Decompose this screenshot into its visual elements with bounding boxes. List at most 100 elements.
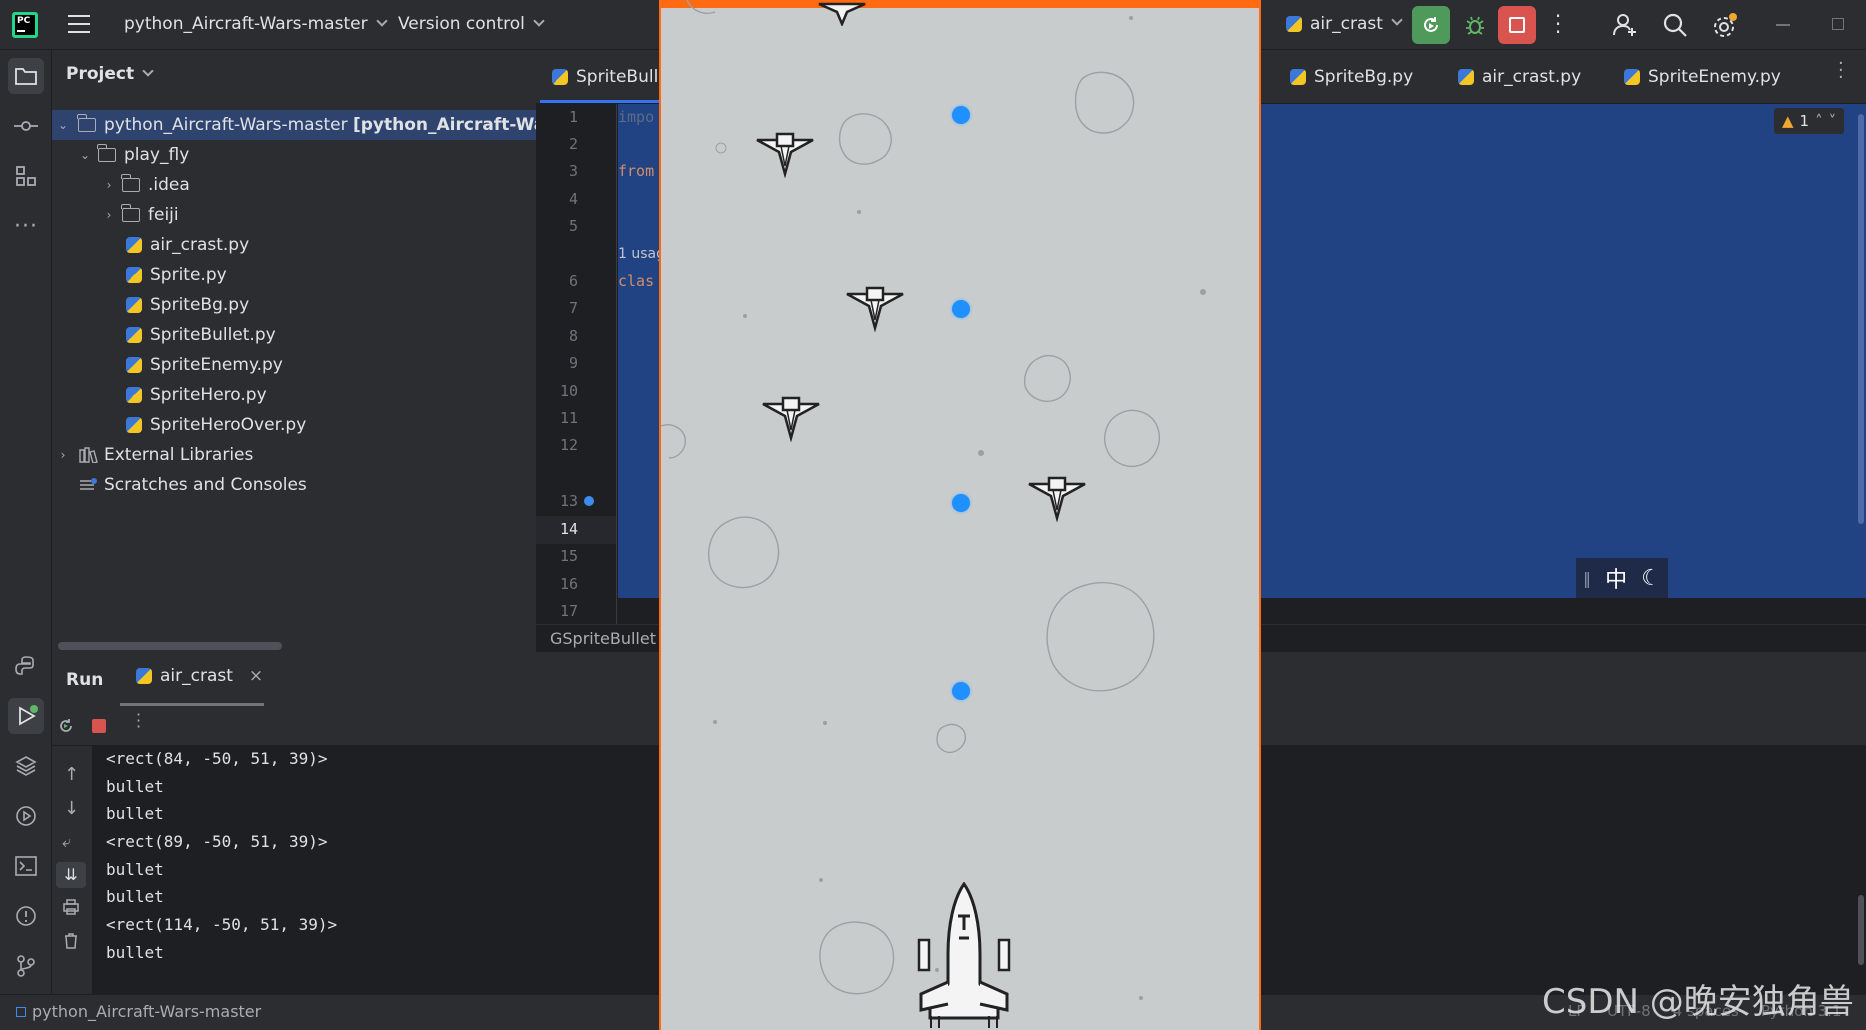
more-actions-icon[interactable]: · · · — [1552, 6, 1564, 42]
project-panel: Project ⌄ python_Aircraft-Wars-master [p… — [52, 50, 572, 652]
vcs-label: Version control — [398, 14, 525, 34]
print-icon[interactable] — [62, 898, 80, 920]
console-line: bullet — [106, 777, 164, 796]
tree-external-libraries[interactable]: › External Libraries — [54, 440, 254, 470]
line-number: 14 — [559, 520, 578, 538]
vcs-widget[interactable]: Version control — [398, 14, 545, 34]
tab-air-crast[interactable]: air_crast.py — [1458, 50, 1581, 104]
tree-folder-idea[interactable]: › .idea — [100, 170, 190, 200]
module-icon — [16, 1006, 26, 1017]
breadcrumb-item[interactable]: GSpriteBullet — [550, 629, 656, 648]
project-tool-button[interactable] — [8, 58, 44, 94]
arrow-down-icon[interactable]: ↓ — [64, 798, 79, 819]
status-project[interactable]: python_Aircraft-Wars-master — [16, 1002, 261, 1021]
tree-file[interactable]: SpriteBg.py — [126, 290, 249, 320]
python-file-icon — [1458, 69, 1474, 85]
python-file-icon — [126, 417, 142, 433]
minimize-window-icon[interactable] — [1776, 24, 1790, 26]
problems-tool-button[interactable] — [8, 898, 44, 934]
add-user-icon[interactable] — [1612, 12, 1638, 42]
python-file-icon — [126, 297, 142, 313]
console-scrollbar[interactable] — [1858, 895, 1864, 965]
git-tool-button[interactable] — [8, 948, 44, 984]
settings-gear-icon[interactable] — [1711, 12, 1739, 44]
project-switcher[interactable]: python_Aircraft-Wars-master — [124, 14, 388, 34]
folder-icon — [77, 114, 96, 132]
tree-root[interactable]: ⌄ python_Aircraft-Wars-master [python_Ai… — [52, 110, 572, 140]
file-label: SpriteHeroOver.py — [150, 415, 307, 435]
arrow-up-icon[interactable]: ↑ — [64, 764, 79, 785]
search-icon[interactable] — [1662, 12, 1688, 42]
tabs-more-icon[interactable]: · · · — [1838, 55, 1844, 87]
inspection-widget[interactable]: ▲ 1 ˄ ˅ — [1774, 108, 1845, 134]
ime-toolbar[interactable]: ‖ 中 ☾ — [1576, 558, 1668, 598]
tree-folder-feiji[interactable]: › feiji — [100, 200, 179, 230]
python-file-icon — [126, 357, 142, 373]
override-marker-icon[interactable] — [584, 496, 594, 506]
maximize-window-icon[interactable] — [1832, 18, 1844, 30]
enemy-plane — [818, 2, 866, 26]
chevron-down-icon[interactable]: ˅ — [1829, 112, 1837, 130]
tree-file[interactable]: Sprite.py — [126, 260, 227, 290]
moon-icon[interactable]: ☾ — [1641, 566, 1661, 591]
tab-sprite-enemy[interactable]: SpriteEnemy.py — [1624, 50, 1781, 104]
tree-file[interactable]: SpriteHero.py — [126, 380, 267, 410]
tab-sprite-bullet[interactable]: SpriteBulle — [552, 50, 669, 104]
main-menu-icon[interactable] — [68, 15, 90, 33]
tab-sprite-bg[interactable]: SpriteBg.py — [1290, 50, 1413, 104]
tree-folder-play-fly[interactable]: ⌄ play_fly — [76, 140, 189, 170]
pycharm-logo-icon: PC — [12, 12, 38, 38]
console-line: bullet — [106, 887, 164, 906]
run-tool-button[interactable] — [8, 698, 44, 734]
chevron-down-icon — [1391, 14, 1403, 26]
soft-wrap-icon[interactable]: ⤶ — [62, 832, 71, 852]
run-more-icon[interactable]: · · · — [136, 707, 141, 735]
usage-hint[interactable]: 1 usag — [618, 246, 665, 262]
game-window[interactable] — [659, 0, 1261, 1030]
tree-file[interactable]: SpriteEnemy.py — [126, 350, 283, 380]
tree-file[interactable]: SpriteBullet.py — [126, 320, 276, 350]
services-tool-button[interactable] — [8, 798, 44, 834]
chevron-up-icon[interactable]: ˄ — [1815, 112, 1823, 130]
bullet — [952, 106, 970, 124]
services-icon — [16, 806, 36, 826]
tree-file[interactable]: air_crast.py — [126, 230, 249, 260]
chevron-down-icon — [375, 15, 388, 27]
run-side-toolbar: ↑ ↓ ⤶ ⇊ — [52, 746, 92, 994]
layers-tool-button[interactable] — [8, 748, 44, 784]
stop-icon[interactable] — [92, 719, 106, 733]
python-file-icon — [1290, 69, 1306, 85]
terminal-tool-button[interactable] — [8, 848, 44, 884]
line-number: 12 — [559, 436, 578, 454]
warning-triangle-icon: ▲ — [1782, 112, 1794, 130]
project-panel-title: Project — [66, 64, 135, 84]
rerun-button[interactable] — [1412, 6, 1450, 44]
python-file-icon — [136, 668, 152, 684]
run-tab-air-crast[interactable]: air_crast × — [136, 666, 263, 686]
commit-tool-button[interactable] — [8, 108, 44, 144]
more-tools-icon[interactable]: ··· — [8, 208, 44, 244]
folder-icon — [121, 174, 140, 192]
close-icon[interactable]: × — [249, 666, 263, 686]
ime-chinese-mode[interactable]: 中 — [1605, 562, 1627, 594]
tree-file[interactable]: SpriteHeroOver.py — [126, 410, 306, 440]
python-packages-button[interactable] — [8, 648, 44, 684]
chevron-right-icon: › — [106, 208, 112, 222]
tree-scratches[interactable]: Scratches and Consoles — [78, 470, 307, 500]
trash-icon[interactable] — [62, 932, 80, 954]
line-number: 2 — [568, 135, 578, 153]
debug-button[interactable] — [1458, 8, 1492, 42]
run-config-selector[interactable]: air_crast — [1286, 14, 1403, 34]
asteroid — [838, 113, 892, 165]
stop-icon — [1509, 17, 1525, 33]
scroll-to-end-icon[interactable]: ⇊ — [56, 862, 86, 888]
rerun-icon[interactable] — [56, 716, 76, 740]
structure-tool-button[interactable] — [8, 158, 44, 194]
stop-button[interactable] — [1498, 6, 1536, 44]
project-panel-header[interactable]: Project — [66, 64, 154, 84]
console-line: bullet — [106, 943, 164, 962]
python-file-icon — [126, 267, 142, 283]
horizontal-scrollbar[interactable] — [58, 642, 282, 650]
code-keyword: from — [618, 162, 655, 180]
vertical-scrollbar[interactable] — [1858, 114, 1864, 524]
